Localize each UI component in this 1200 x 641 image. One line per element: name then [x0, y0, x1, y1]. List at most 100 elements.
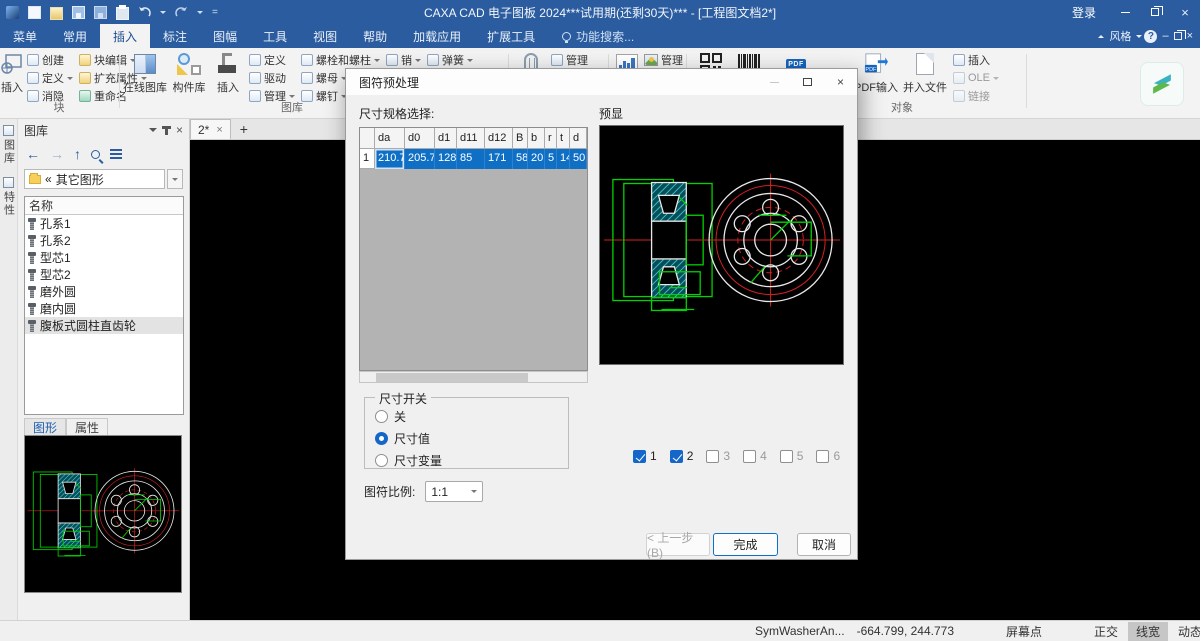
view-mode-icon[interactable] — [110, 149, 122, 159]
scrollbar-thumb[interactable] — [376, 373, 528, 382]
radio-dim-value[interactable]: 尺寸值 — [375, 430, 430, 447]
ole-button[interactable]: OLE — [950, 69, 1002, 87]
col-header-t[interactable]: t — [557, 128, 570, 149]
menu-tab-changyong[interactable]: 常用 — [50, 24, 100, 48]
new-tab-button[interactable]: + — [231, 119, 257, 139]
save-icon[interactable] — [72, 6, 85, 19]
spring-button[interactable]: 弹簧 — [424, 51, 476, 69]
link-button[interactable]: 链接 — [950, 87, 1002, 105]
list-item-selected[interactable]: 腹板式圆柱直齿轮 — [25, 317, 183, 334]
menu-tab-caidan[interactable]: 菜单 — [0, 24, 50, 48]
checkbox-view-3[interactable]: 3 — [706, 449, 730, 463]
list-item[interactable]: 孔系1 — [25, 215, 183, 232]
list-item[interactable]: 型芯1 — [25, 249, 183, 266]
dialog-minimize-button[interactable] — [758, 69, 791, 95]
window-restore-button[interactable] — [1140, 0, 1170, 24]
nav-up-icon[interactable]: ↑ — [74, 146, 81, 162]
function-search[interactable]: 功能搜索... — [562, 24, 634, 48]
col-header-d11[interactable]: d11 — [457, 128, 485, 149]
pin-button[interactable]: 销 — [383, 51, 424, 69]
cell-B[interactable]: 58 — [513, 149, 528, 169]
merge-file-button[interactable]: 并入文件 — [900, 50, 950, 95]
radio-dim-off[interactable]: 关 — [375, 408, 406, 425]
insert-block-button[interactable]: 插入 — [0, 50, 24, 95]
radio-dim-variable[interactable]: 尺寸变量 — [375, 452, 442, 469]
list-item[interactable]: 孔系2 — [25, 232, 183, 249]
print-icon[interactable] — [116, 7, 129, 20]
side-tab-library[interactable]: 图库 — [0, 119, 17, 171]
finish-button[interactable]: 完成 — [713, 533, 778, 556]
dynamic-input-toggle[interactable]: 动态输入 — [1174, 622, 1200, 641]
undo-dropdown-icon[interactable] — [160, 11, 166, 17]
snap-mode-toggle[interactable]: 屏幕点 — [1002, 622, 1046, 641]
nav-back-icon[interactable]: ← — [26, 146, 40, 162]
redo-icon[interactable] — [175, 6, 188, 18]
style-dropdown-icon[interactable] — [1136, 35, 1142, 41]
checkbox-view-6[interactable]: 6 — [816, 449, 840, 463]
scale-select[interactable]: 1:1 — [425, 481, 483, 502]
col-header-b[interactable]: b — [528, 128, 545, 149]
linewidth-toggle[interactable]: 线宽 — [1128, 622, 1168, 641]
menu-tab-tufu[interactable]: 图幅 — [200, 24, 250, 48]
cancel-button[interactable]: 取消 — [797, 533, 851, 556]
menu-tab-jiazai[interactable]: 加载应用 — [400, 24, 474, 48]
col-header[interactable] — [360, 128, 375, 149]
panel-pin-icon[interactable] — [165, 126, 168, 135]
undo-icon[interactable] — [138, 6, 151, 18]
cell-da[interactable]: 210.7 — [375, 149, 405, 169]
brand-logo-button[interactable] — [1140, 62, 1184, 106]
ortho-toggle[interactable]: 正交 — [1090, 622, 1122, 641]
panel-close-icon[interactable]: × — [176, 123, 183, 137]
menu-tab-bangzhu[interactable]: 帮助 — [350, 24, 400, 48]
cell-d[interactable]: 50 — [570, 149, 587, 169]
panel-menu-icon[interactable] — [149, 128, 157, 136]
search-icon[interactable] — [91, 150, 100, 159]
menu-tab-shitu[interactable]: 视图 — [300, 24, 350, 48]
style-button[interactable]: 风格 — [1106, 28, 1134, 44]
col-header-d[interactable]: d — [570, 128, 587, 149]
open-file-icon[interactable] — [50, 7, 63, 20]
cell-r[interactable]: 5 — [545, 149, 557, 169]
col-header-d0[interactable]: d0 — [405, 128, 435, 149]
path-dropdown-button[interactable] — [167, 169, 183, 189]
bolt-stud-button[interactable]: 螺栓和螺柱 — [298, 51, 383, 69]
cell-d0[interactable]: 205.7 — [405, 149, 435, 169]
symbol-define-button[interactable]: 定义 — [246, 51, 298, 69]
nav-forward-icon[interactable]: → — [50, 146, 64, 162]
symbol-drive-button[interactable]: 驱动 — [246, 69, 298, 87]
table-row-selected[interactable]: 1 210.7 205.7 128 85 171 58 20 5 14 50 — [360, 149, 587, 169]
document-tab[interactable]: 2* × — [190, 119, 231, 139]
online-library-button[interactable]: 在线图库 — [122, 50, 168, 95]
cell-t[interactable]: 14 — [557, 149, 570, 169]
window-close-button[interactable]: × — [1170, 0, 1200, 24]
login-button[interactable]: 登录 — [1058, 4, 1110, 21]
col-header-da[interactable]: da — [375, 128, 405, 149]
checkbox-view-2[interactable]: 2 — [670, 449, 694, 463]
block-create-button[interactable]: 创建 — [24, 51, 76, 69]
save-as-icon[interactable] — [94, 6, 107, 19]
menu-tab-biaozhu[interactable]: 标注 — [150, 24, 200, 48]
col-header-B[interactable]: B — [513, 128, 528, 149]
cell-b[interactable]: 20 — [528, 149, 545, 169]
cell-d1[interactable]: 128 — [435, 149, 457, 169]
list-item[interactable]: 磨外圆 — [25, 283, 183, 300]
list-item[interactable]: 型芯2 — [25, 266, 183, 283]
dialog-title-bar[interactable]: 图符预处理 × — [346, 69, 857, 95]
dialog-close-button[interactable]: × — [824, 69, 857, 95]
customize-toolbar-icon[interactable]: = — [212, 7, 218, 18]
menu-tab-charu[interactable]: 插入 — [100, 24, 150, 48]
tab-close-icon[interactable]: × — [216, 124, 222, 136]
menu-tab-kuozhan[interactable]: 扩展工具 — [474, 24, 548, 48]
window-minimize-button[interactable] — [1110, 0, 1140, 24]
checkbox-view-1[interactable]: 1 — [633, 449, 657, 463]
collapse-ribbon-icon[interactable] — [1098, 32, 1104, 38]
doc-restore-icon[interactable] — [1174, 32, 1182, 40]
back-button[interactable]: < 上一步(B) — [646, 533, 710, 556]
dialog-maximize-button[interactable] — [791, 69, 824, 95]
cell-d11[interactable]: 85 — [457, 149, 485, 169]
block-define-button[interactable]: 定义 — [24, 69, 76, 87]
col-header-r[interactable]: r — [545, 128, 557, 149]
menu-tab-gongju[interactable]: 工具 — [250, 24, 300, 48]
image-manage-button[interactable]: 管理 — [641, 51, 686, 69]
path-input[interactable]: « 其它图形 — [24, 169, 165, 189]
